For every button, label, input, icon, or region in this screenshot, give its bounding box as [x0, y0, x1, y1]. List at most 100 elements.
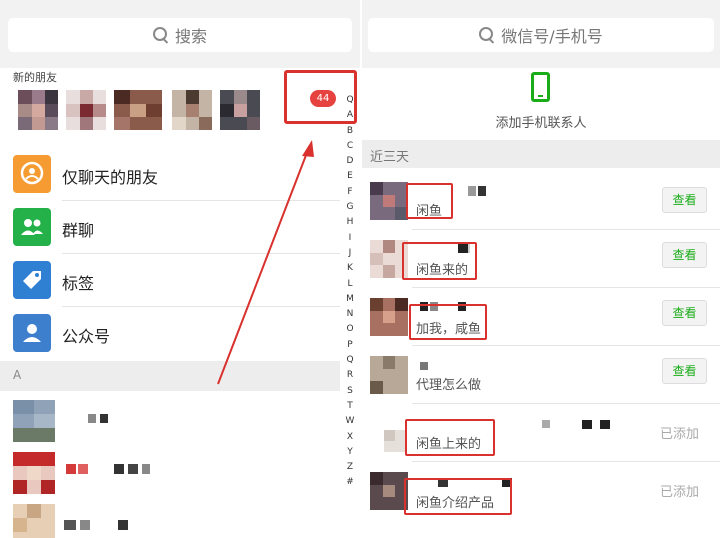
view-button[interactable]: 查看	[662, 242, 707, 268]
search-icon	[152, 27, 169, 43]
pixelated-name	[118, 520, 128, 530]
index-letter[interactable]: B	[341, 124, 359, 139]
index-letter[interactable]: N	[341, 307, 359, 322]
add-friends-panel: 微信号/手机号 添加手机联系人 近三天 闲鱼 查看 闲鱼来的 查看 加我，咸鱼 …	[362, 0, 720, 538]
menu-chat-only-friends[interactable]: 仅聊天的朋友	[0, 148, 340, 201]
new-friends-title: 新的朋友	[13, 71, 57, 84]
pixelated-name	[80, 520, 90, 530]
avatar	[370, 414, 408, 452]
index-letter[interactable]: Q	[341, 353, 359, 368]
menu-group-chat[interactable]: 群聊	[0, 201, 340, 254]
avatar	[18, 90, 58, 130]
friend-request-row[interactable]: 闲鱼介绍产品 已添加	[362, 462, 720, 520]
avatar	[370, 356, 408, 394]
index-letter[interactable]: Z	[341, 460, 359, 475]
request-message: 代理怎么做	[416, 378, 482, 393]
request-message: 闲鱼	[416, 204, 443, 219]
section-title: 近三天	[370, 150, 410, 165]
section-header-recent: 近三天	[362, 140, 720, 168]
friend-request-row[interactable]: 加我，咸鱼 查看	[362, 288, 720, 346]
index-letter[interactable]: O	[341, 322, 359, 337]
avatar	[370, 472, 408, 510]
pixelated-name	[88, 414, 96, 423]
pixelated-name	[478, 186, 486, 196]
added-status: 已添加	[660, 485, 700, 500]
search-placeholder: 微信号/手机号	[501, 27, 603, 46]
pixelated-name	[542, 420, 550, 428]
wechat-id-phone-search-input[interactable]: 微信号/手机号	[368, 18, 714, 52]
pixelated-name	[468, 186, 476, 196]
avatar	[13, 400, 55, 442]
index-letter[interactable]: A	[341, 108, 359, 123]
contact-row[interactable]	[0, 498, 340, 538]
index-letter[interactable]: S	[341, 384, 359, 399]
search-input[interactable]: 搜索	[8, 18, 352, 52]
section-letter: A	[13, 368, 22, 382]
menu-tags[interactable]: 标签	[0, 254, 340, 307]
index-letter[interactable]: I	[341, 231, 359, 246]
pixelated-name	[142, 464, 150, 474]
pixelated-name	[420, 362, 428, 370]
index-letter[interactable]: J	[341, 246, 359, 261]
new-friends-badge: 44	[310, 90, 336, 107]
pixelated-name	[600, 420, 610, 429]
contact-row[interactable]	[0, 446, 340, 498]
request-message: 闲鱼来的	[416, 263, 469, 278]
index-letter[interactable]: W	[341, 414, 359, 429]
index-letter[interactable]: #	[341, 475, 359, 490]
chat-only-friends-icon	[13, 155, 51, 193]
index-letter[interactable]: X	[341, 430, 359, 445]
friend-request-row[interactable]: 闲鱼 查看	[362, 172, 720, 230]
avatar	[220, 90, 260, 130]
index-letter[interactable]: G	[341, 200, 359, 215]
pixelated-name	[100, 414, 108, 423]
request-message: 闲鱼上来的	[416, 437, 482, 452]
pixelated-name	[64, 520, 76, 530]
avatar	[13, 504, 55, 538]
index-letter[interactable]: R	[341, 368, 359, 383]
avatar	[370, 298, 408, 336]
add-phone-contacts-label: 添加手机联系人	[495, 116, 587, 131]
menu-official-accounts[interactable]: 公众号	[0, 307, 340, 360]
index-letter[interactable]: L	[341, 277, 359, 292]
view-button[interactable]: 查看	[662, 300, 707, 326]
menu-label: 公众号	[62, 327, 111, 346]
view-button[interactable]: 查看	[662, 358, 707, 384]
index-letter[interactable]: H	[341, 215, 359, 230]
search-bar-container: 微信号/手机号	[362, 0, 720, 68]
avatar	[114, 90, 162, 130]
add-phone-contacts-button[interactable]: 添加手机联系人	[362, 68, 720, 140]
pixelated-name	[114, 464, 124, 474]
index-letter[interactable]: C	[341, 139, 359, 154]
section-header-a: A	[0, 361, 340, 391]
index-letter[interactable]: Q	[341, 93, 359, 108]
avatar	[172, 90, 212, 130]
friend-request-row[interactable]: 闲鱼来的 查看	[362, 230, 720, 288]
menu-label: 标签	[62, 274, 95, 293]
search-icon	[479, 27, 495, 43]
pixelated-name	[582, 420, 592, 429]
friend-request-row[interactable]: 代理怎么做 查看	[362, 346, 720, 404]
index-letter[interactable]: Y	[341, 445, 359, 460]
friend-request-row[interactable]: 闲鱼上来的 已添加	[362, 404, 720, 462]
pixelated-name	[128, 464, 138, 474]
tag-icon	[13, 261, 51, 299]
index-letter[interactable]: E	[341, 169, 359, 184]
phone-icon	[531, 72, 550, 102]
index-letter[interactable]: D	[341, 154, 359, 169]
added-status: 已添加	[660, 427, 700, 442]
contact-row[interactable]	[0, 394, 340, 446]
menu-label: 群聊	[62, 221, 95, 240]
view-button[interactable]: 查看	[662, 187, 707, 213]
index-letter[interactable]: P	[341, 338, 359, 353]
index-letter[interactable]: F	[341, 185, 359, 200]
official-account-icon	[13, 314, 51, 352]
alphabet-index[interactable]: Q A B C D E F G H I J K L M N O P Q R S T W X Y Z #	[341, 93, 359, 491]
index-letter[interactable]: K	[341, 261, 359, 276]
request-message: 闲鱼介绍产品	[416, 496, 495, 511]
index-letter[interactable]: M	[341, 292, 359, 307]
index-letter[interactable]: T	[341, 399, 359, 414]
menu-label: 仅聊天的朋友	[62, 168, 159, 187]
pixelated-name	[78, 464, 88, 474]
group-chat-icon	[13, 208, 51, 246]
